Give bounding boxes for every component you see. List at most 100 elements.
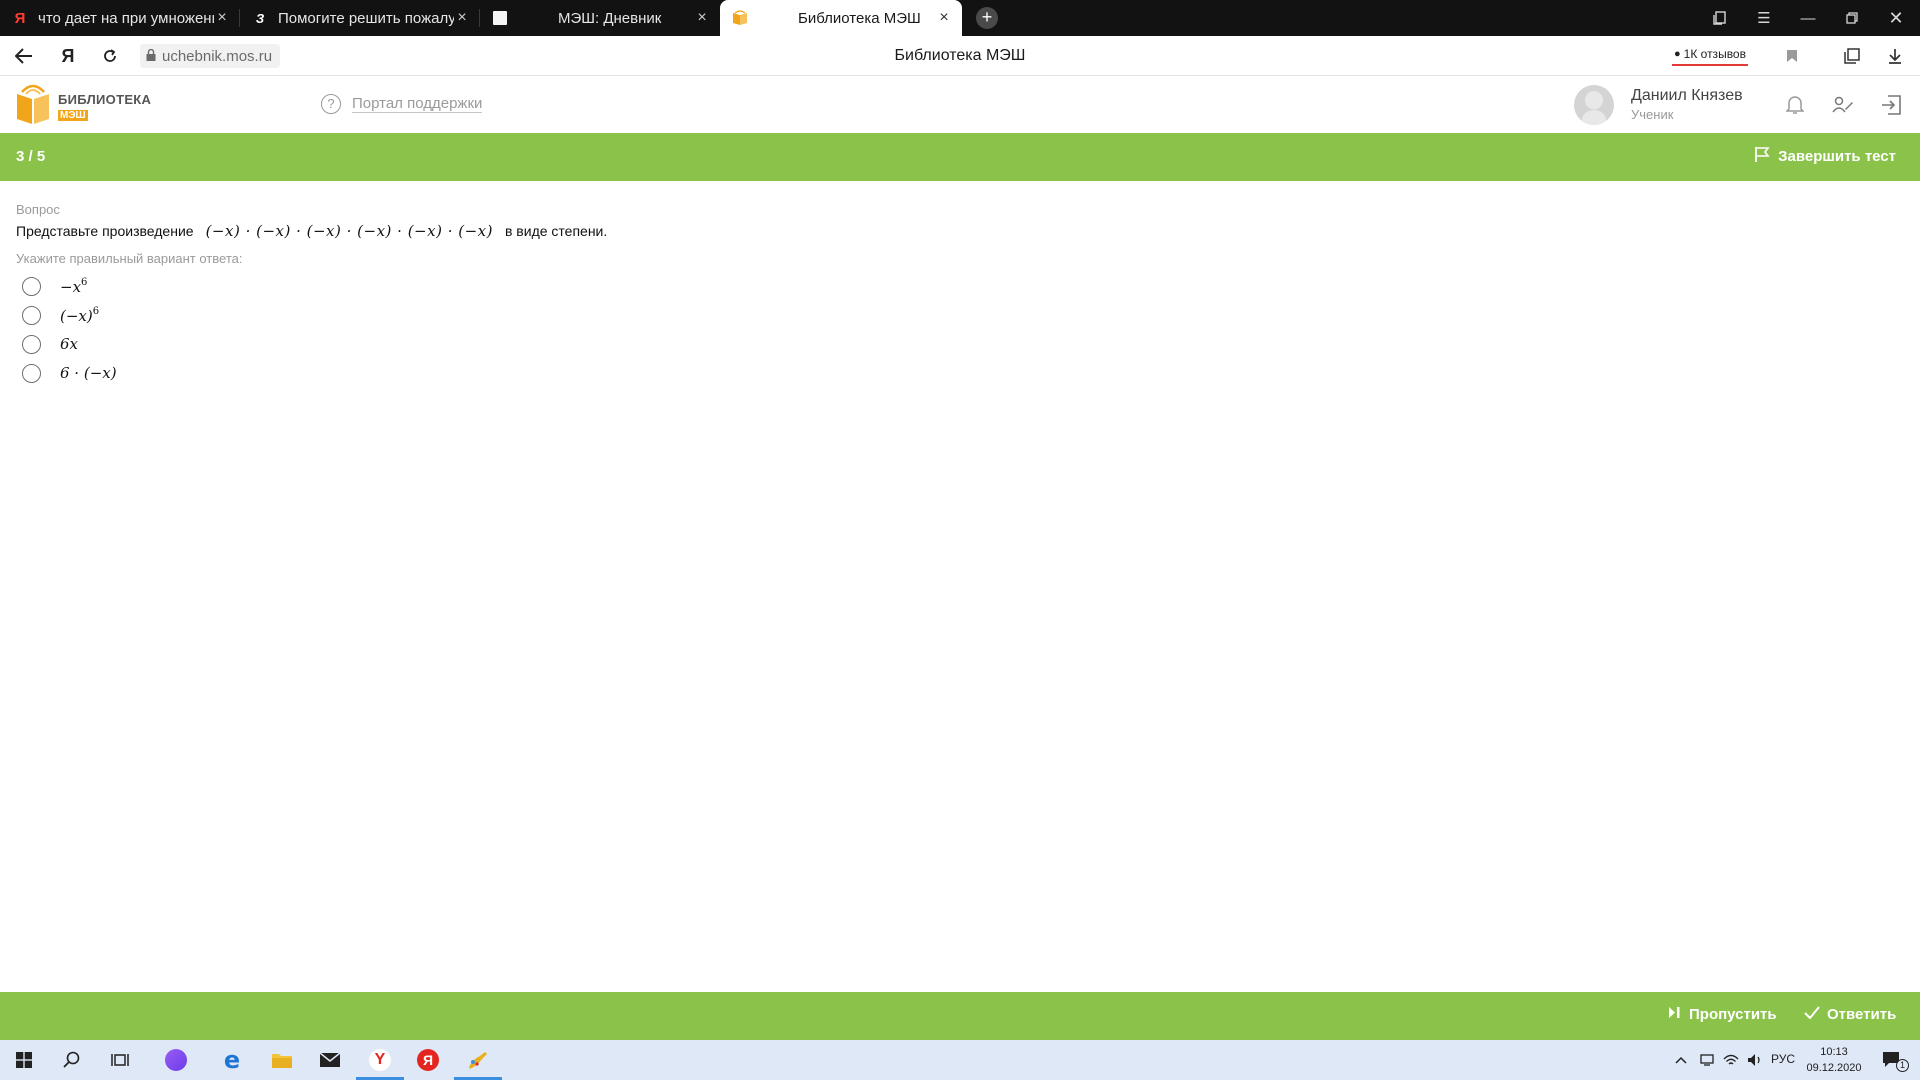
browser-tab[interactable]: МЭШ: Дневник × (480, 0, 720, 36)
browser-tab-strip: Я что дает на при умножении × З Помогите… (0, 0, 1920, 36)
tab-title: Библиотека МЭШ (798, 9, 921, 27)
skip-label: Пропустить (1689, 1006, 1777, 1023)
speech-bubble-icon: ● (1674, 48, 1681, 60)
option-formula: 6x (60, 335, 78, 353)
browser-tab-active[interactable]: Библиотека МЭШ × (720, 0, 962, 36)
alice-assistant-icon[interactable] (152, 1040, 200, 1080)
question-progress: 3 / 5 (16, 148, 46, 165)
logout-icon[interactable] (1879, 93, 1903, 117)
radio-button[interactable] (22, 276, 41, 296)
yandex-icon[interactable]: Я (404, 1040, 452, 1080)
mail-icon[interactable] (306, 1040, 354, 1080)
browser-tab[interactable]: З Помогите решить пожалуйста × (240, 0, 480, 36)
clock-date: 09.12.2020 (1806, 1062, 1862, 1074)
skip-icon (1668, 1006, 1682, 1023)
finish-test-button[interactable]: Завершить тест (1754, 146, 1896, 167)
download-icon[interactable] (1884, 45, 1906, 67)
answer-button[interactable]: Ответить (1804, 1006, 1896, 1023)
tab-title: Помогите решить пожалуйста (278, 9, 454, 27)
library-book-icon (14, 82, 52, 131)
yandex-icon: Я (14, 9, 26, 27)
option-formula: 6 · (−x) (60, 364, 117, 382)
checkmark-icon (1804, 1006, 1820, 1023)
collections-icon[interactable] (1840, 45, 1862, 67)
test-header-bar: 3 / 5 Завершить тест (0, 133, 1920, 181)
page-title: Библиотека МЭШ (894, 47, 1026, 64)
close-icon[interactable]: × (694, 10, 710, 26)
option-formula: −x6 (60, 277, 87, 296)
system-clock[interactable]: 10:13 09.12.2020 (1800, 1044, 1868, 1076)
notifications-icon[interactable]: 1 (1872, 1040, 1912, 1080)
yandex-browser-icon[interactable]: Y (356, 1040, 404, 1080)
bell-icon[interactable] (1783, 93, 1807, 117)
bookmarks-icon[interactable] (1698, 0, 1742, 36)
znanija-icon: З (255, 10, 265, 26)
menu-icon[interactable]: ☰ (1742, 0, 1786, 36)
option-base: 6x (60, 335, 79, 353)
search-icon[interactable] (48, 1040, 96, 1080)
question-text: Представьте произведение (−x) · (−x) · (… (16, 222, 607, 240)
user-role: Ученик (1631, 107, 1674, 122)
skip-button[interactable]: Пропустить (1668, 1006, 1777, 1023)
volume-icon[interactable] (1742, 1040, 1768, 1080)
close-icon[interactable]: × (936, 10, 952, 26)
radio-button[interactable] (22, 334, 41, 354)
tab-title: что дает на при умножении (38, 9, 214, 27)
windows-start-icon[interactable] (0, 1040, 48, 1080)
file-explorer-icon[interactable] (258, 1040, 306, 1080)
answer-option[interactable]: 6x (22, 332, 78, 356)
reviews-label: 1К отзывов (1683, 47, 1746, 61)
avatar[interactable] (1574, 85, 1614, 125)
radio-button[interactable] (22, 305, 41, 325)
new-tab-button[interactable]: + (976, 7, 998, 29)
restore-icon[interactable] (1830, 0, 1874, 36)
radio-button[interactable] (22, 363, 41, 383)
paint-icon[interactable] (454, 1040, 502, 1080)
logo-subtitle: МЭШ (58, 109, 88, 121)
clock-time: 10:13 (1820, 1046, 1848, 1058)
browser-tab[interactable]: Я что дает на при умножении × (0, 0, 240, 36)
question-expression: (−x) · (−x) · (−x) · (−x) · (−x) · (−x) (205, 222, 493, 240)
support-portal-link[interactable]: ? Портал поддержки (321, 94, 483, 114)
bookmark-icon[interactable] (1781, 45, 1803, 67)
tab-title: МЭШ: Дневник (558, 9, 662, 27)
windows-taskbar: e Y Я РУС 10:13 09.12.2020 1 (0, 1040, 1920, 1080)
window-close-icon[interactable]: ✕ (1874, 0, 1918, 36)
option-formula: (−x)6 (60, 306, 99, 325)
question-prefix: Представьте произведение (16, 223, 194, 239)
option-exponent: 6 (92, 305, 100, 317)
question-label: Вопрос (16, 202, 60, 217)
option-exponent: 6 (81, 276, 88, 288)
show-hidden-icons[interactable] (1668, 1040, 1694, 1080)
reviews-button[interactable]: ● 1К отзывов (1672, 44, 1748, 66)
finish-test-label: Завершить тест (1778, 148, 1896, 165)
question-suffix: в виде степени. (504, 223, 608, 239)
answer-label: Ответить (1827, 1006, 1897, 1023)
edge-browser-icon[interactable]: e (208, 1040, 256, 1080)
site-header: БИБЛИОТЕКА МЭШ ? Портал поддержки Даниил… (0, 77, 1920, 133)
logo-title: БИБЛИОТЕКА (58, 91, 152, 107)
edit-profile-icon[interactable] (1831, 93, 1855, 117)
user-name: Даниил Князев (1631, 87, 1743, 104)
device-icon[interactable] (1694, 1040, 1720, 1080)
option-base: −x (60, 277, 82, 296)
wifi-icon[interactable] (1718, 1040, 1744, 1080)
flag-icon (1754, 146, 1770, 167)
library-book-icon (732, 10, 748, 26)
help-circle-icon: ? (321, 94, 341, 114)
close-icon[interactable]: × (454, 10, 470, 26)
library-logo[interactable]: БИБЛИОТЕКА МЭШ (14, 82, 151, 131)
notification-count: 1 (1896, 1059, 1909, 1072)
answer-option[interactable]: −x6 (22, 274, 87, 298)
option-base: (−x) (60, 306, 93, 325)
answer-option[interactable]: 6 · (−x) (22, 361, 117, 385)
answer-option[interactable]: (−x)6 (22, 303, 99, 327)
support-label: Портал поддержки (352, 95, 483, 113)
task-view-icon[interactable] (96, 1040, 144, 1080)
option-base: 6 · (−x) (60, 364, 117, 382)
input-language[interactable]: РУС (1771, 1052, 1795, 1066)
close-icon[interactable]: × (214, 10, 230, 26)
minimize-icon[interactable]: — (1786, 0, 1830, 36)
answer-hint: Укажите правильный вариант ответа: (16, 251, 243, 266)
page-icon (492, 10, 508, 26)
